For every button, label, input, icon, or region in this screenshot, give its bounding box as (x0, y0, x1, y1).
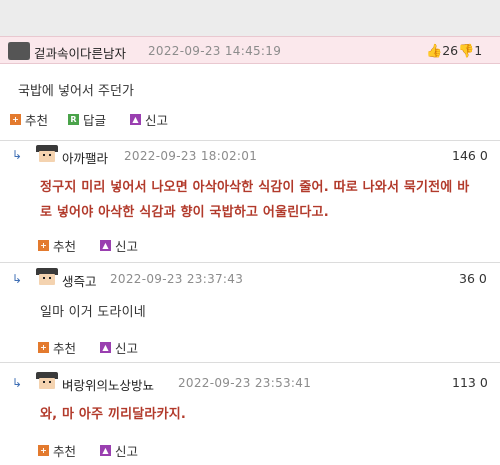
downs-value: 0 (479, 148, 488, 163)
commenter-avatar[interactable] (36, 268, 58, 286)
recommend-icon: + (38, 444, 49, 456)
reply-button[interactable]: R 답글 (68, 111, 107, 128)
top-strip (0, 0, 500, 36)
comment-text: 일마 이거 도라이네 (40, 300, 490, 325)
recommend-button[interactable]: + 추천 (38, 237, 77, 254)
recommend-icon: + (10, 113, 21, 125)
post-downvote-count: 1 (474, 43, 483, 58)
comment-text: 와, 마 아주 끼리달라카지. (40, 402, 490, 427)
recommend-label: 추천 (25, 112, 49, 128)
comment-date: 2022-09-23 23:53:41 (178, 376, 312, 390)
commenter-avatar[interactable] (36, 145, 58, 163)
comment-line: 정구지 미리 넣어서 나오면 아삭아삭한 식감이 줄어. 따로 나와서 묵기전에… (40, 180, 470, 195)
score-value: 36 (459, 271, 475, 286)
recommend-label: 추천 (53, 340, 77, 356)
report-icon: ▲ (130, 113, 141, 125)
reply-arrow-icon: ↳ (12, 272, 23, 286)
comment-date: 2022-09-23 23:37:43 (110, 272, 244, 286)
post-upvote-count: 26 (442, 43, 459, 58)
author-avatar[interactable] (8, 42, 30, 60)
recommend-label: 추천 (53, 443, 77, 459)
downs-value: 0 (479, 375, 488, 390)
reply-arrow-icon: ↳ (12, 376, 23, 390)
post-date: 2022-09-23 14:45:19 (148, 44, 282, 58)
report-label: 신고 (115, 340, 139, 356)
post-header: 겉과속이다른남자 2022-09-23 14:45:19 👍26👎1 (0, 36, 500, 64)
reply-icon: R (68, 113, 79, 125)
recommend-button[interactable]: + 추천 (10, 111, 49, 128)
thumbs-down-icon[interactable]: 👎 (458, 44, 474, 59)
thumbs-up-icon[interactable]: 👍 (426, 44, 442, 59)
recommend-icon: + (38, 341, 49, 353)
divider (0, 362, 500, 363)
comment-line: 로 넣어야 아삭한 식감과 향이 국밥하고 어울린다고. (40, 205, 329, 220)
score-value: 146 (452, 148, 476, 163)
report-label: 신고 (115, 238, 139, 254)
post-votes[interactable]: 👍26👎1 (426, 43, 482, 59)
commenter-nickname[interactable]: 벼랑위의노상방뇨 (62, 375, 154, 394)
commenter-nickname[interactable]: 아까팰라 (62, 148, 108, 167)
report-button[interactable]: ▲ 신고 (100, 339, 139, 356)
downs-value: 0 (478, 271, 487, 286)
commenter-avatar[interactable] (36, 372, 58, 390)
comment-text: 정구지 미리 넣어서 나오면 아삭아삭한 식감이 줄어. 따로 나와서 묵기전에… (40, 175, 490, 225)
report-label: 신고 (115, 443, 139, 459)
report-label: 신고 (145, 112, 169, 128)
recommend-button[interactable]: + 추천 (38, 442, 77, 459)
comment-score: 113 0 (452, 375, 488, 390)
divider (0, 140, 500, 141)
recommend-icon: + (38, 239, 49, 251)
comment-score: 36 0 (459, 271, 487, 286)
recommend-label: 추천 (53, 238, 77, 254)
report-button[interactable]: ▲ 신고 (100, 237, 139, 254)
divider (0, 262, 500, 263)
report-button[interactable]: ▲ 신고 (130, 111, 169, 128)
post-body: 국밥에 넣어서 주던가 (18, 84, 134, 99)
commenter-nickname[interactable]: 생즉고 (62, 271, 97, 290)
report-button[interactable]: ▲ 신고 (100, 442, 139, 459)
report-icon: ▲ (100, 341, 111, 353)
report-icon: ▲ (100, 444, 111, 456)
comment-score: 146 0 (452, 148, 488, 163)
recommend-button[interactable]: + 추천 (38, 339, 77, 356)
author-nickname[interactable]: 겉과속이다른남자 (34, 43, 126, 62)
score-value: 113 (452, 375, 476, 390)
reply-arrow-icon: ↳ (12, 148, 23, 162)
comment-line: 와, 마 아주 끼리달라카지. (40, 407, 187, 422)
report-icon: ▲ (100, 239, 111, 251)
comment-line: 일마 이거 도라이네 (40, 305, 146, 320)
reply-label: 답글 (83, 112, 107, 128)
comment-date: 2022-09-23 18:02:01 (124, 149, 258, 163)
